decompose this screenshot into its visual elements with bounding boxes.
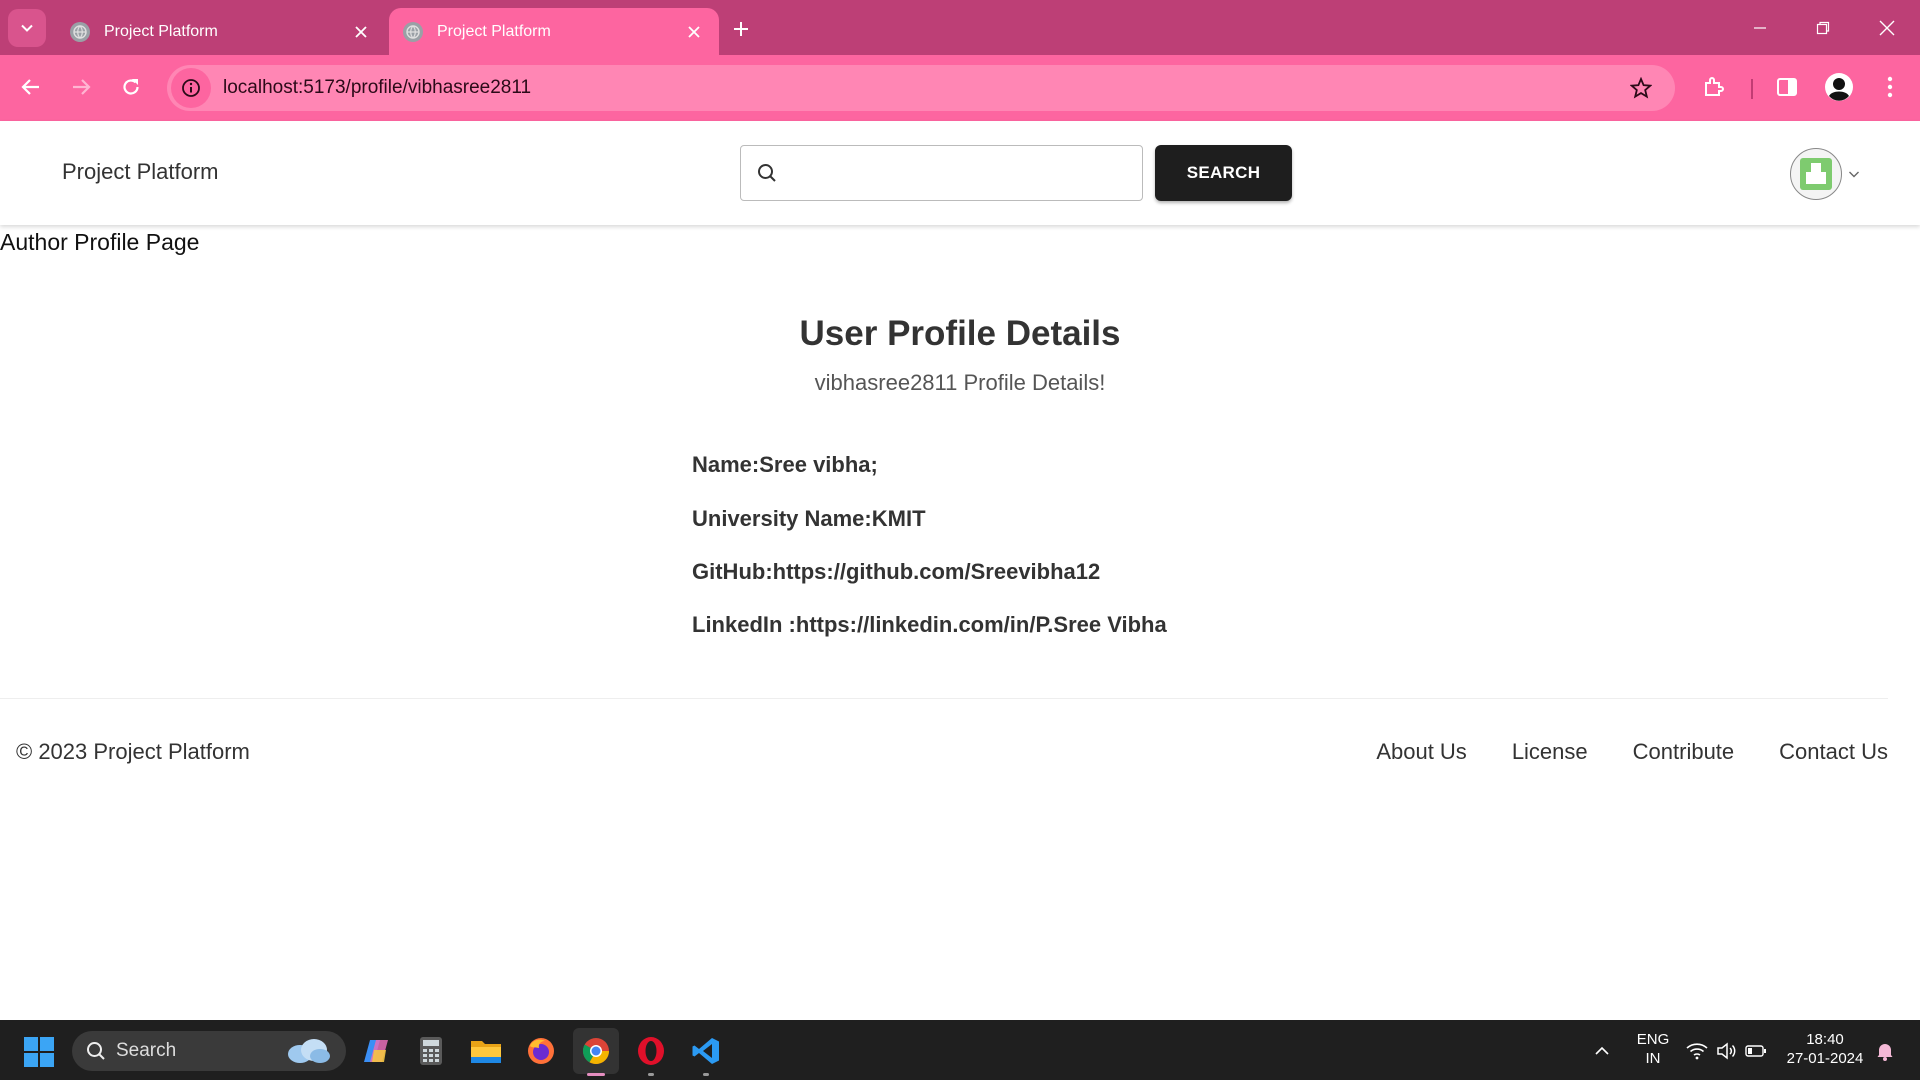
restore-button[interactable] <box>1801 10 1845 46</box>
brand-link[interactable]: Project Platform <box>62 159 219 185</box>
taskbar-copilot[interactable] <box>354 1028 400 1074</box>
globe-icon <box>70 21 90 42</box>
profile-subtitle: vibhasree2811 Profile Details! <box>814 370 1106 395</box>
taskbar-vscode[interactable] <box>683 1028 729 1076</box>
profile-avatar-icon[interactable] <box>1822 70 1856 104</box>
more-menu-icon[interactable] <box>1873 70 1907 104</box>
windows-start-icon[interactable] <box>24 1037 54 1067</box>
browser-toolbar: localhost:5173/profile/vibhasree2811 <box>0 55 1920 121</box>
browser-tabstrip: Project Platform Project Platform <box>0 0 1920 55</box>
taskbar-search[interactable]: Search <box>72 1031 346 1071</box>
close-icon <box>1879 20 1895 36</box>
avatar[interactable] <box>1790 148 1842 200</box>
browser-tab-1[interactable]: Project Platform <box>56 8 386 55</box>
extensions-icon[interactable] <box>1697 70 1731 104</box>
page-label: Author Profile Page <box>0 229 200 255</box>
chrome-icon <box>582 1038 610 1065</box>
footer-links: About Us License Contribute Contact Us <box>1376 739 1888 765</box>
close-tab-icon[interactable] <box>350 21 372 43</box>
taskbar-search-label: Search <box>116 1040 177 1061</box>
user-avatar-icon <box>1800 158 1832 190</box>
plus-icon <box>734 22 748 36</box>
search-icon <box>87 1042 105 1060</box>
chevron-down-icon <box>21 24 33 32</box>
browser-tab-2[interactable]: Project Platform <box>389 8 719 55</box>
back-button[interactable] <box>13 69 49 105</box>
region-code: IN <box>1645 1050 1661 1067</box>
taskbar-chrome[interactable] <box>573 1028 619 1076</box>
cloud-icon <box>288 1039 330 1063</box>
minimize-button[interactable] <box>1738 10 1782 46</box>
firefox-icon <box>528 1038 554 1064</box>
search-icon <box>758 164 776 182</box>
footer-copyright: © 2023 Project Platform <box>16 739 250 764</box>
volume-icon[interactable] <box>1714 1039 1738 1063</box>
notification-bell-icon[interactable] <box>1873 1039 1897 1063</box>
language-code: ENG <box>1636 1031 1670 1048</box>
arrow-right-icon <box>73 79 91 95</box>
footer-link-about[interactable]: About Us <box>1376 739 1467 765</box>
chevron-down-icon <box>1849 171 1859 178</box>
close-tab-icon[interactable] <box>683 21 705 43</box>
globe-icon <box>403 21 423 42</box>
user-menu[interactable] <box>1790 148 1866 200</box>
search-input[interactable] <box>787 153 1142 193</box>
toolbar-divider <box>1751 79 1753 99</box>
app-header: Project Platform SEARCH <box>0 121 1920 225</box>
reload-button[interactable] <box>113 69 149 105</box>
running-indicator <box>703 1073 709 1076</box>
taskbar-calculator[interactable] <box>408 1028 454 1074</box>
show-hidden-icons[interactable] <box>1590 1039 1614 1063</box>
clock-time: 18:40 <box>1806 1031 1844 1048</box>
footer-link-contribute[interactable]: Contribute <box>1633 739 1735 765</box>
profile-linkedin: LinkedIn :https://linkedin.com/in/P.Sree… <box>692 612 1167 637</box>
copilot-icon <box>364 1040 388 1062</box>
running-indicator <box>648 1073 654 1076</box>
battery-icon[interactable] <box>1744 1039 1768 1063</box>
address-bar[interactable]: localhost:5173/profile/vibhasree2811 <box>167 65 1675 111</box>
page-title: User Profile Details <box>799 314 1121 353</box>
folder-icon <box>471 1041 501 1063</box>
arrow-left-icon <box>21 79 39 95</box>
side-panel-icon[interactable] <box>1770 70 1804 104</box>
profile-university: University Name:KMIT <box>692 506 926 531</box>
tab-search-button[interactable] <box>8 9 46 47</box>
running-indicator <box>587 1073 605 1076</box>
new-tab-button[interactable] <box>726 14 756 44</box>
chevron-up-icon <box>1595 1046 1609 1055</box>
clock-date: 27-01-2024 <box>1786 1050 1864 1067</box>
footer-divider <box>0 698 1888 699</box>
search-box[interactable] <box>740 145 1143 201</box>
profile-github: GitHub:https://github.com/Sreevibha12 <box>692 559 1101 584</box>
wifi-icon[interactable] <box>1685 1039 1709 1063</box>
minimize-icon <box>1754 27 1766 29</box>
reload-icon <box>123 79 139 95</box>
site-info-icon[interactable] <box>171 68 211 108</box>
clock[interactable]: 18:40 27-01-2024 <box>1780 1030 1870 1068</box>
vscode-icon <box>692 1038 719 1064</box>
profile-name: Name:Sree vibha; <box>692 452 878 477</box>
footer-link-contact[interactable]: Contact Us <box>1779 739 1888 765</box>
address-url[interactable]: localhost:5173/profile/vibhasree2811 <box>223 77 1621 99</box>
taskbar-opera[interactable] <box>628 1028 674 1076</box>
forward-button[interactable] <box>63 69 99 105</box>
search-button[interactable]: SEARCH <box>1155 145 1292 201</box>
tab-title: Project Platform <box>104 22 218 40</box>
bookmark-star-icon[interactable] <box>1621 68 1661 108</box>
close-window-button[interactable] <box>1865 10 1909 46</box>
restore-icon <box>1816 21 1830 35</box>
taskbar: Search ENG IN 18:40 27-01-2024 <box>0 1020 1920 1080</box>
taskbar-file-explorer[interactable] <box>463 1028 509 1074</box>
footer-link-license[interactable]: License <box>1512 739 1588 765</box>
taskbar-firefox[interactable] <box>518 1028 564 1074</box>
tab-title: Project Platform <box>437 22 551 40</box>
language-indicator[interactable]: ENG IN <box>1633 1030 1673 1068</box>
opera-icon <box>638 1037 664 1065</box>
calculator-icon <box>420 1037 442 1065</box>
